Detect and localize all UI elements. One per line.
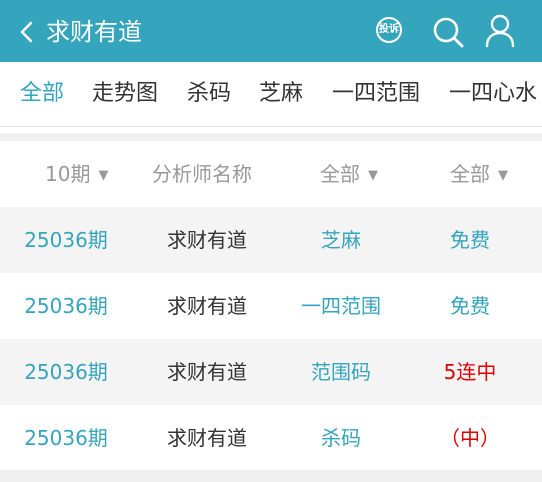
table-row[interactable]: 25036期 求财有道 一四范围 免费 [0,273,542,339]
period-link[interactable]: 25036期 [16,423,116,453]
caret-down-icon: ▼ [98,168,109,183]
period-link[interactable]: 25036期 [16,225,116,255]
category-filter[interactable]: 全部 ▼ [320,159,378,191]
status-label: 免费 [450,228,490,252]
tab-one-four-heart[interactable]: 一四心水 [449,78,537,110]
period-filter[interactable]: 10期 ▼ [45,159,108,191]
category-filter-label: 全部 [320,162,360,186]
table-row[interactable]: 25036期 求财有道 范围码 5连中 [0,339,542,405]
status-label: 5连中 [443,360,497,384]
tab-one-four-range[interactable]: 一四范围 [332,78,420,110]
user-icon[interactable] [485,14,515,48]
tab-kill-code[interactable]: 杀码 [187,78,231,110]
period-link[interactable]: 25036期 [16,291,116,321]
period-link[interactable]: 25036期 [16,357,116,387]
section-gap [0,133,542,141]
analyst-name: 求财有道 [167,228,247,252]
tabs-divider [0,126,542,127]
caret-down-icon: ▼ [498,168,508,183]
category-label: 芝麻 [321,228,361,252]
category-tabs: 全部 走势图 杀码 芝麻 一四范围 一四心水 [0,62,542,126]
status-filter[interactable]: 全部 ▼ [450,159,508,191]
status-label: （中） [440,426,500,450]
analyst-name: 求财有道 [167,426,247,450]
category-label: 杀码 [321,426,361,450]
table-row[interactable]: 25036期 求财有道 芝麻 免费 [0,207,542,273]
chevron-left-icon[interactable] [18,20,38,44]
status-filter-label: 全部 [450,162,490,186]
caret-down-icon: ▼ [368,168,378,183]
tab-trend-chart[interactable]: 走势图 [92,78,158,110]
status-label: 免费 [450,294,490,318]
tab-sesame[interactable]: 芝麻 [259,78,303,110]
period-filter-label: 10期 [45,162,91,186]
category-label: 范围码 [311,360,371,384]
tab-all[interactable]: 全部 [20,78,64,110]
analyst-name: 求财有道 [167,294,247,318]
bottom-gap [0,470,542,482]
table-header: 10期 ▼ 分析师名称 全部 ▼ 全部 ▼ [0,141,542,207]
category-label: 一四范围 [301,294,381,318]
table-row[interactable]: 25036期 求财有道 杀码 （中） [0,405,542,471]
app-header: 求财有道 投诉 [0,0,542,62]
search-icon[interactable] [432,16,464,48]
complaint-icon[interactable]: 投诉 [376,17,402,43]
analyst-column-header: 分析师名称 [152,162,252,186]
page-title: 求财有道 [46,18,142,46]
analyst-name: 求财有道 [167,360,247,384]
